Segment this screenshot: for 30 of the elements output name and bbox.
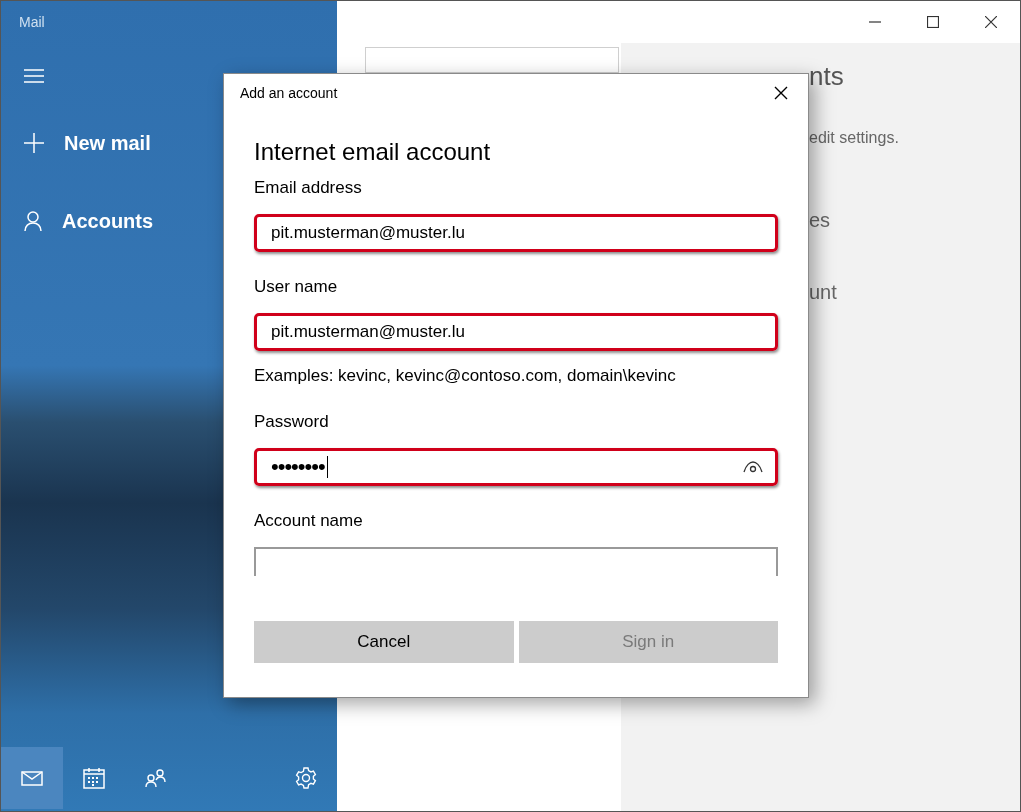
plus-icon	[24, 133, 44, 153]
field-label: Email address	[254, 177, 363, 199]
hint-text: Examples: kevinc, kevinc@contoso.com, domain\kevinc	[254, 365, 677, 387]
input-field[interactable]	[254, 547, 778, 576]
pane-text: unt	[809, 281, 838, 304]
eye-icon[interactable]	[743, 461, 763, 473]
pane-text: nts	[809, 61, 845, 91]
password-field[interactable]: ••••••••	[254, 448, 778, 486]
field-label: Account name	[254, 510, 364, 532]
sidebar-item[interactable]: New mail	[24, 130, 151, 156]
input-field[interactable]: pit.musterman@muster.lu	[254, 214, 778, 252]
dialog-title: Add an account	[240, 85, 338, 101]
sidebar-item[interactable]: Accounts	[24, 208, 154, 234]
input-field[interactable]: pit.musterman@muster.lu	[254, 313, 778, 351]
cancel-button[interactable]: Cancel	[254, 621, 514, 663]
field-label: Password	[254, 411, 330, 433]
dialog-heading: Internet email account	[254, 137, 492, 167]
app-title: Mail	[18, 13, 46, 32]
field-label: User name	[254, 276, 339, 298]
person-icon	[24, 211, 42, 231]
pane-text: es	[809, 209, 832, 232]
mail-icon[interactable]	[21, 770, 43, 786]
maximize-icon[interactable]	[927, 16, 939, 28]
calendar-icon[interactable]	[83, 767, 105, 789]
menu-icon[interactable]	[24, 68, 44, 84]
close-icon[interactable]	[774, 86, 788, 100]
pane-text: edit settings.	[809, 129, 900, 147]
close-icon[interactable]	[985, 16, 997, 28]
people-icon[interactable]	[145, 768, 167, 788]
settings-icon[interactable]	[295, 767, 317, 789]
